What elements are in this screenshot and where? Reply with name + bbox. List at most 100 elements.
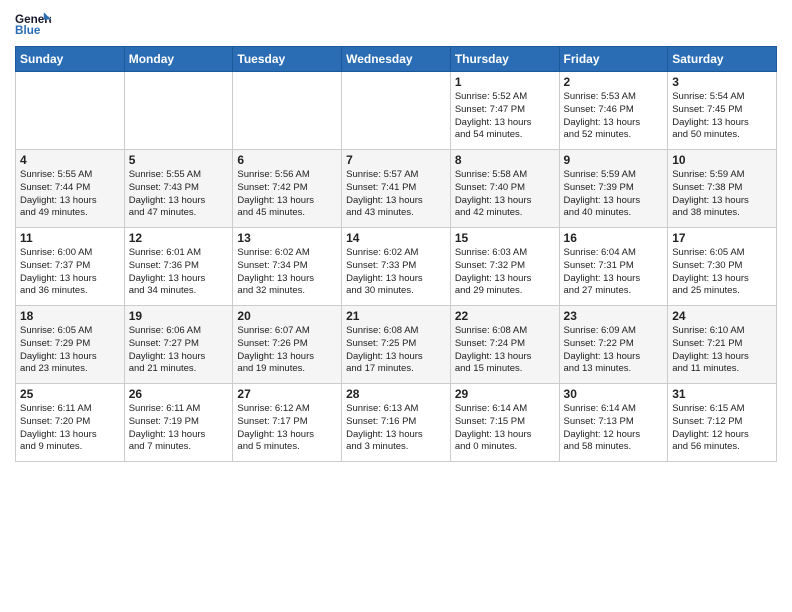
cell-info: Daylight: 13 hours bbox=[346, 273, 446, 286]
day-number: 14 bbox=[346, 231, 446, 245]
cell-info: Sunset: 7:24 PM bbox=[455, 338, 555, 351]
day-number: 13 bbox=[237, 231, 337, 245]
cell-info: Daylight: 13 hours bbox=[346, 195, 446, 208]
cell-info: Daylight: 13 hours bbox=[20, 429, 120, 442]
cell-info: Sunrise: 6:15 AM bbox=[672, 403, 772, 416]
cell-info: Sunrise: 6:13 AM bbox=[346, 403, 446, 416]
cell-info: and 25 minutes. bbox=[672, 285, 772, 298]
day-number: 12 bbox=[129, 231, 229, 245]
cell-info: Sunrise: 5:55 AM bbox=[129, 169, 229, 182]
cell-info: Sunrise: 5:56 AM bbox=[237, 169, 337, 182]
cell-info: Sunset: 7:29 PM bbox=[20, 338, 120, 351]
day-number: 28 bbox=[346, 387, 446, 401]
cell-info: Sunset: 7:38 PM bbox=[672, 182, 772, 195]
cell-info: Daylight: 13 hours bbox=[564, 273, 664, 286]
cell-info: Daylight: 13 hours bbox=[346, 351, 446, 364]
cell-info: and 11 minutes. bbox=[672, 363, 772, 376]
cell-info: and 0 minutes. bbox=[455, 441, 555, 454]
calendar-cell: 19Sunrise: 6:06 AMSunset: 7:27 PMDayligh… bbox=[124, 306, 233, 384]
day-of-week-header: Friday bbox=[559, 47, 668, 72]
cell-info: Sunset: 7:32 PM bbox=[455, 260, 555, 273]
cell-info: Sunrise: 6:11 AM bbox=[20, 403, 120, 416]
calendar-cell bbox=[16, 72, 125, 150]
cell-info: Sunrise: 6:11 AM bbox=[129, 403, 229, 416]
cell-info: Sunrise: 6:08 AM bbox=[455, 325, 555, 338]
cell-info: Sunset: 7:20 PM bbox=[20, 416, 120, 429]
day-of-week-header: Sunday bbox=[16, 47, 125, 72]
cell-info: Sunrise: 6:14 AM bbox=[455, 403, 555, 416]
cell-info: Sunset: 7:16 PM bbox=[346, 416, 446, 429]
calendar-cell: 25 Sunrise: 6:11 AMSunset: 7:20 PMDayligh… bbox=[16, 384, 125, 462]
calendar-cell: 3Sunrise: 5:54 AMSunset: 7:45 PMDaylight… bbox=[668, 72, 777, 150]
cell-info: and 5 minutes. bbox=[237, 441, 337, 454]
cell-info: Daylight: 13 hours bbox=[20, 351, 120, 364]
cell-info: Sunset: 7:27 PM bbox=[129, 338, 229, 351]
cell-info: Sunrise: 6:07 AM bbox=[237, 325, 337, 338]
cell-info: and 58 minutes. bbox=[564, 441, 664, 454]
cell-info: Sunset: 7:33 PM bbox=[346, 260, 446, 273]
cell-info: Sunset: 7:43 PM bbox=[129, 182, 229, 195]
calendar-cell: 10Sunrise: 5:59 AMSunset: 7:38 PMDayligh… bbox=[668, 150, 777, 228]
cell-info: Daylight: 13 hours bbox=[20, 273, 120, 286]
cell-info: Sunset: 7:25 PM bbox=[346, 338, 446, 351]
cell-info: and 9 minutes. bbox=[20, 441, 120, 454]
day-of-week-header: Wednesday bbox=[342, 47, 451, 72]
cell-info: and 52 minutes. bbox=[564, 129, 664, 142]
cell-info: Sunset: 7:21 PM bbox=[672, 338, 772, 351]
cell-info: and 29 minutes. bbox=[455, 285, 555, 298]
cell-info: Sunrise: 5:55 AM bbox=[20, 169, 120, 182]
cell-info: Sunset: 7:15 PM bbox=[455, 416, 555, 429]
day-of-week-header: Saturday bbox=[668, 47, 777, 72]
cell-info: Sunrise: 5:57 AM bbox=[346, 169, 446, 182]
day-number: 26 bbox=[129, 387, 229, 401]
cell-info: Sunrise: 6:00 AM bbox=[20, 247, 120, 260]
cell-info: Daylight: 12 hours bbox=[672, 429, 772, 442]
cell-info: Daylight: 13 hours bbox=[455, 429, 555, 442]
cell-info: Daylight: 13 hours bbox=[237, 351, 337, 364]
cell-info: Sunset: 7:22 PM bbox=[564, 338, 664, 351]
day-number: 5 bbox=[129, 153, 229, 167]
cell-info: Daylight: 13 hours bbox=[455, 273, 555, 286]
week-row: 18Sunrise: 6:05 AMSunset: 7:29 PMDayligh… bbox=[16, 306, 777, 384]
cell-info: Sunset: 7:34 PM bbox=[237, 260, 337, 273]
logo: General Blue bbox=[15, 10, 51, 38]
cell-info: Daylight: 13 hours bbox=[672, 351, 772, 364]
cell-info: Daylight: 13 hours bbox=[129, 273, 229, 286]
calendar-cell: 29Sunrise: 6:14 AMSunset: 7:15 PMDayligh… bbox=[450, 384, 559, 462]
day-number: 20 bbox=[237, 309, 337, 323]
cell-info: Sunset: 7:17 PM bbox=[237, 416, 337, 429]
day-of-week-header: Monday bbox=[124, 47, 233, 72]
day-number: 2 bbox=[564, 75, 664, 89]
cell-info: Daylight: 13 hours bbox=[346, 429, 446, 442]
cell-info: Sunset: 7:37 PM bbox=[20, 260, 120, 273]
day-number: 17 bbox=[672, 231, 772, 245]
cell-info: and 50 minutes. bbox=[672, 129, 772, 142]
calendar-cell: 27Sunrise: 6:12 AMSunset: 7:17 PMDayligh… bbox=[233, 384, 342, 462]
logo-icon: General Blue bbox=[15, 10, 51, 38]
cell-info: Sunrise: 6:02 AM bbox=[346, 247, 446, 260]
svg-text:Blue: Blue bbox=[15, 24, 41, 37]
cell-info: and 43 minutes. bbox=[346, 207, 446, 220]
day-number: 23 bbox=[564, 309, 664, 323]
cell-info: Sunset: 7:46 PM bbox=[564, 104, 664, 117]
week-row: 25Sunrise: 6:11 AMSunset: 7:20 PMDayligh… bbox=[16, 384, 777, 462]
day-number: 16 bbox=[564, 231, 664, 245]
calendar-cell: 4Sunrise: 5:55 AMSunset: 7:44 PMDaylight… bbox=[16, 150, 125, 228]
calendar-cell: 21Sunrise: 6:08 AMSunset: 7:25 PMDayligh… bbox=[342, 306, 451, 384]
cell-info: Sunrise: 5:59 AM bbox=[564, 169, 664, 182]
calendar-cell: 5Sunrise: 5:55 AMSunset: 7:43 PMDaylight… bbox=[124, 150, 233, 228]
calendar-cell: 20Sunrise: 6:07 AMSunset: 7:26 PMDayligh… bbox=[233, 306, 342, 384]
calendar-cell: 26Sunrise: 6:11 AMSunset: 7:19 PMDayligh… bbox=[124, 384, 233, 462]
day-number: 22 bbox=[455, 309, 555, 323]
cell-info: Sunrise: 5:52 AM bbox=[455, 91, 555, 104]
day-number: 4 bbox=[20, 153, 120, 167]
cell-info: Daylight: 13 hours bbox=[129, 429, 229, 442]
day-number: 25 bbox=[20, 387, 120, 401]
calendar-cell: 6Sunrise: 5:56 AMSunset: 7:42 PMDaylight… bbox=[233, 150, 342, 228]
cell-info: Sunset: 7:42 PM bbox=[237, 182, 337, 195]
cell-info: Daylight: 13 hours bbox=[20, 195, 120, 208]
cell-info: Daylight: 13 hours bbox=[455, 195, 555, 208]
cell-info: Sunrise: 6:05 AM bbox=[672, 247, 772, 260]
day-number: 24 bbox=[672, 309, 772, 323]
day-number: 21 bbox=[346, 309, 446, 323]
